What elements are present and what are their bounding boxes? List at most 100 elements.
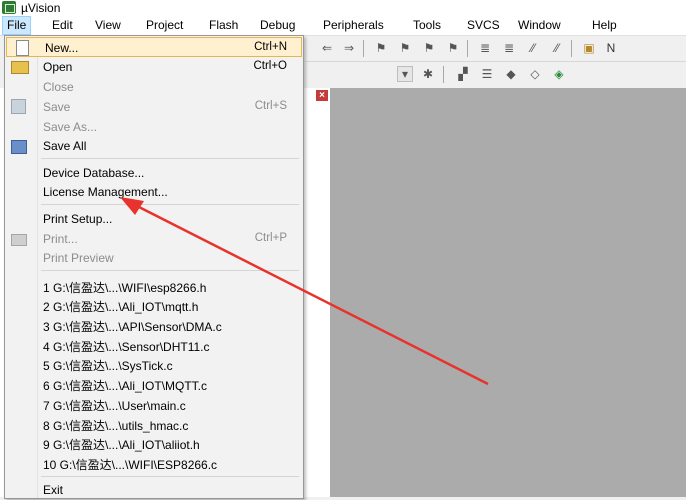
toolbar-separator [443, 66, 444, 83]
file-menu-dropdown: New... Ctrl+N Open Ctrl+O Close Save Ctr… [4, 35, 304, 499]
save-all-icon [11, 140, 27, 154]
prev-bookmark-icon[interactable]: ⚑ [397, 40, 413, 56]
next-bookmark-icon[interactable]: ⚑ [421, 40, 437, 56]
menu-item-label: 3 G:\信盈达\...\API\Sensor\DMA.c [43, 320, 222, 334]
menu-item-label: 6 G:\信盈达\...\Ali_IOT\MQTT.c [43, 379, 208, 393]
pack-installer-icon[interactable]: ◈ [551, 66, 567, 82]
recent-file-9[interactable]: 9 G:\信盈达\...\Ali_IOT\aliiot.h [5, 433, 301, 453]
toolbar-separator [571, 40, 572, 57]
recent-file-6[interactable]: 6 G:\信盈达\...\Ali_IOT\MQTT.c [5, 374, 301, 394]
toolbar-separator [363, 40, 364, 57]
menu-file[interactable]: File [2, 16, 32, 35]
editor-area [330, 88, 686, 497]
menu-project[interactable]: Project [146, 18, 183, 32]
menu-separator [41, 204, 299, 205]
configure-icon[interactable]: ✱ [420, 66, 436, 82]
menu-svcs[interactable]: SVCS [467, 18, 500, 32]
back-arrow-icon[interactable]: ⇐ [319, 40, 335, 56]
menu-item-label: Close [43, 80, 74, 94]
menu-item-save-as[interactable]: Save As... [5, 117, 301, 137]
menu-item-label: 10 G:\信盈达\...\WIFI\ESP8266.c [43, 458, 218, 472]
manage-components-icon[interactable]: ▞ [455, 66, 471, 82]
dropdown-icon[interactable]: ▾ [397, 66, 413, 82]
menu-item-open[interactable]: Open Ctrl+O [5, 57, 301, 77]
select-packs-icon[interactable]: ☰ [479, 66, 495, 82]
close-icon[interactable]: × [316, 90, 328, 101]
menu-item-label: 8 G:\信盈达\...\utils_hmac.c [43, 419, 189, 433]
recent-file-10[interactable]: 10 G:\信盈达\...\WIFI\ESP8266.c [5, 453, 301, 473]
window-title: µVision [21, 1, 61, 15]
save-icon [11, 99, 26, 114]
menu-edit[interactable]: Edit [52, 18, 73, 32]
bookmark-icon[interactable]: ⚑ [373, 40, 389, 56]
menu-item-license-management[interactable]: License Management... [5, 182, 301, 202]
menu-item-label: New... [45, 41, 79, 55]
menu-item-print-setup[interactable]: Print Setup... [5, 209, 301, 229]
menu-item-print-preview[interactable]: Print Preview [5, 248, 301, 268]
menu-item-label: Device Database... [43, 166, 145, 180]
menu-item-label: Print... [43, 232, 78, 246]
forward-arrow-icon[interactable]: ⇒ [341, 40, 357, 56]
edit-toolbar: ⇐ ⇒ ⚑ ⚑ ⚑ ⚑ ≣ ≣ ⁄⁄ ⁄⁄ ▣ N [305, 36, 686, 62]
menu-item-label: 1 G:\信盈达\...\WIFI\esp8266.h [43, 281, 207, 295]
menu-item-label: Save All [43, 139, 87, 153]
menu-view[interactable]: View [95, 18, 121, 32]
menu-item-label: 7 G:\信盈达\...\User\main.c [43, 399, 186, 413]
menu-separator [41, 476, 299, 477]
recent-file-8[interactable]: 8 G:\信盈达\...\utils_hmac.c [5, 414, 301, 434]
menu-item-print[interactable]: Print... Ctrl+P [5, 229, 301, 249]
toolbar-separator [467, 40, 468, 57]
menu-item-save[interactable]: Save Ctrl+S [5, 97, 301, 117]
clear-bookmarks-icon[interactable]: ⚑ [445, 40, 461, 56]
build-toolbar: ▾ ✱ ▞ ☰ ◆ ◇ ◈ [305, 62, 686, 89]
menu-separator [41, 270, 299, 271]
new-file-icon [16, 40, 29, 56]
find-in-files-icon[interactable]: ▣ [581, 40, 597, 56]
print-icon [11, 234, 27, 246]
menu-item-label: Open [43, 60, 73, 74]
menu-separator [41, 158, 299, 159]
recent-file-7[interactable]: 7 G:\信盈达\...\User\main.c [5, 394, 301, 414]
menu-flash[interactable]: Flash [209, 18, 238, 32]
menu-item-close[interactable]: Close [5, 77, 301, 97]
recent-file-3[interactable]: 3 G:\信盈达\...\API\Sensor\DMA.c [5, 315, 301, 335]
menu-item-shortcut: Ctrl+P [254, 232, 287, 244]
uvision-app-icon [2, 1, 16, 14]
recent-file-1[interactable]: 1 G:\信盈达\...\WIFI\esp8266.h [5, 276, 301, 296]
menu-item-device-database[interactable]: Device Database... [5, 163, 301, 183]
menu-item-shortcut: Ctrl+N [254, 41, 287, 53]
menu-item-save-all[interactable]: Save All [5, 136, 301, 156]
uncomment-icon[interactable]: ⁄⁄ [549, 40, 565, 56]
menu-item-label: Save [43, 100, 71, 114]
open-folder-icon [11, 61, 29, 74]
menu-item-label: License Management... [43, 185, 168, 199]
menu-help[interactable]: Help [592, 18, 617, 32]
title-bar: µVision [0, 0, 686, 16]
menu-window[interactable]: Window [518, 18, 561, 32]
menu-item-label: 2 G:\信盈达\...\Ali_IOT\mqtt.h [43, 300, 199, 314]
recent-file-4[interactable]: 4 G:\信盈达\...\Sensor\DHT11.c [5, 335, 301, 355]
indent-icon[interactable]: ≣ [477, 40, 493, 56]
menu-item-label: 4 G:\信盈达\...\Sensor\DHT11.c [43, 340, 210, 354]
menu-item-shortcut: Ctrl+O [253, 60, 287, 72]
menu-item-label: 5 G:\信盈达\...\SysTick.c [43, 359, 173, 373]
menu-item-shortcut: Ctrl+S [254, 100, 287, 112]
menu-item-label: Print Preview [43, 251, 114, 265]
menu-item-new[interactable]: New... Ctrl+N [6, 37, 302, 57]
menu-item-label: Save As... [43, 120, 98, 134]
comment-icon[interactable]: ⁄⁄ [525, 40, 541, 56]
menu-item-label: 9 G:\信盈达\...\Ali_IOT\aliiot.h [43, 438, 200, 452]
menu-peripherals[interactable]: Peripherals [323, 18, 384, 32]
gem-icon[interactable]: ◆ [503, 66, 519, 82]
menu-item-label: Print Setup... [43, 212, 113, 226]
menu-tools[interactable]: Tools [413, 18, 441, 32]
menu-item-exit[interactable]: Exit [5, 480, 301, 500]
recent-file-5[interactable]: 5 G:\信盈达\...\SysTick.c [5, 354, 301, 374]
menu-bar: File Edit View Project Flash Debug Perip… [0, 16, 686, 36]
menu-item-label: Exit [43, 483, 64, 497]
menu-debug[interactable]: Debug [260, 18, 295, 32]
unindent-icon[interactable]: ≣ [501, 40, 517, 56]
recent-file-2[interactable]: 2 G:\信盈达\...\Ali_IOT\mqtt.h [5, 295, 301, 315]
diamond-icon[interactable]: ◇ [527, 66, 543, 82]
more-toolbar-icon[interactable]: N [603, 40, 619, 56]
